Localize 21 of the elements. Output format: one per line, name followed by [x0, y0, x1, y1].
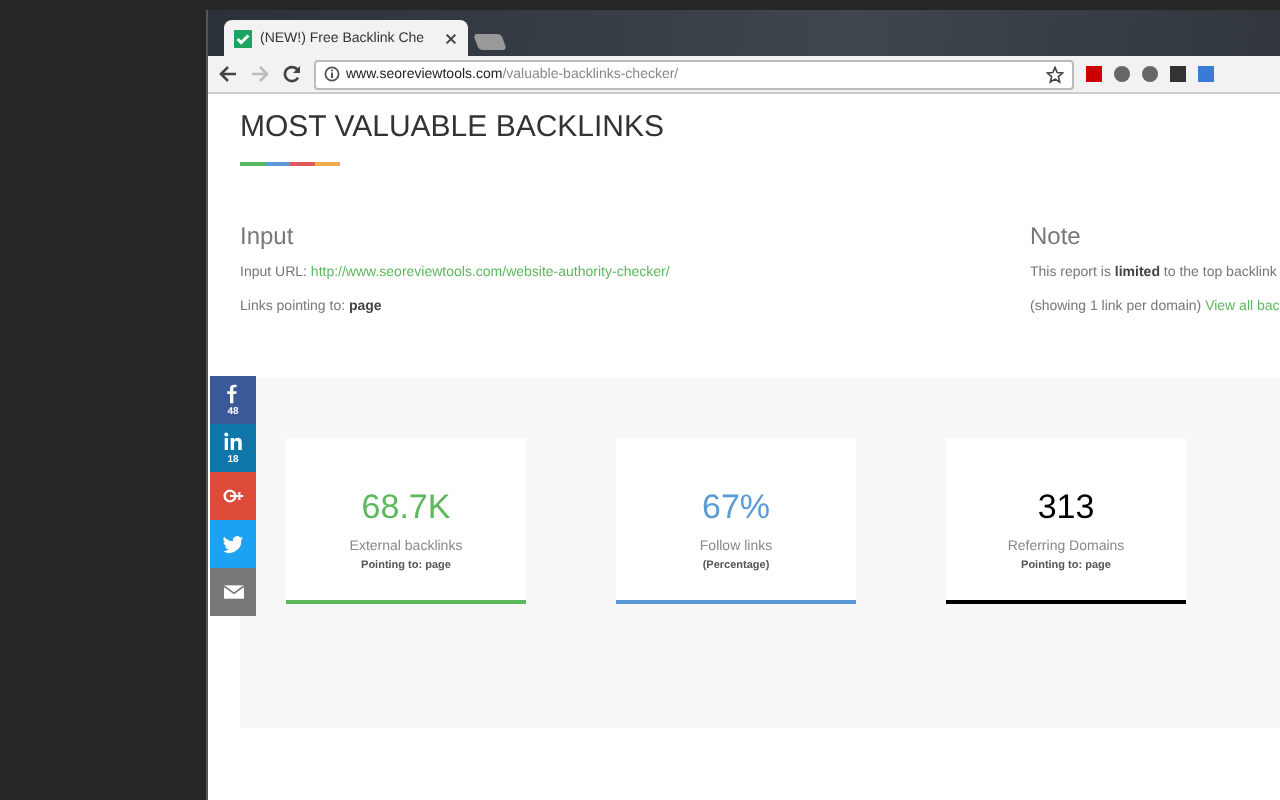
stat-value: 67%: [701, 488, 771, 528]
share-button[interactable]: [210, 472, 256, 520]
reload-icon[interactable]: [282, 64, 302, 84]
section-title: Note: [1030, 222, 1083, 250]
new-tab-button[interactable]: [473, 34, 507, 50]
google-plus-icon: [221, 484, 245, 508]
star-icon[interactable]: [1046, 65, 1064, 83]
close-icon[interactable]: [444, 31, 458, 45]
stat-value: 68.7K: [361, 488, 451, 528]
page-heading: MOST VALUABLE BACKLINKS: [240, 110, 667, 144]
share-button[interactable]: [210, 568, 256, 616]
back-icon[interactable]: [218, 64, 238, 84]
share-button[interactable]: [210, 520, 256, 568]
section-title: Input: [240, 222, 296, 250]
stat-value: 313: [1037, 488, 1095, 528]
envelope-icon: [221, 580, 245, 604]
bird-icon: [221, 532, 245, 556]
checkmark-icon: [234, 29, 252, 47]
info-icon[interactable]: [324, 66, 340, 82]
linkedin-icon: [221, 430, 245, 454]
heading-underline: [240, 162, 340, 166]
